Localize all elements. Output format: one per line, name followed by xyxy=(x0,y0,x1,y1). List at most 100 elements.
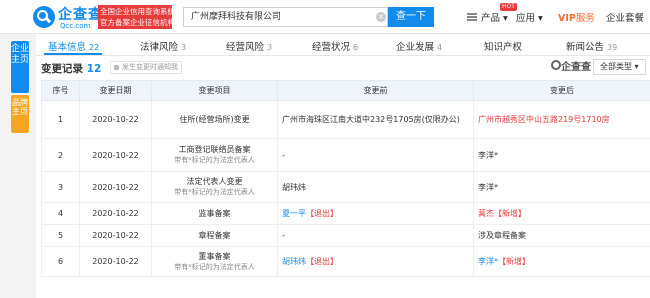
vip-label: VIP xyxy=(558,13,576,24)
exit-tag: 【退出】 xyxy=(306,209,338,218)
tab-count: 22 xyxy=(89,43,100,52)
change-date: 2020-10-22 xyxy=(79,224,152,247)
tab-operating-risk[interactable]: 经营风险 3 xyxy=(226,39,272,53)
table-row: 2 2020-10-22 工商登记联络员备案 带有*标记的为法定代表人 - 李洋* xyxy=(41,138,650,172)
qcc-logo-icon[interactable] xyxy=(33,6,55,28)
change-date: 2020-10-22 xyxy=(79,202,152,225)
value-after[interactable]: 李洋* xyxy=(473,138,650,172)
value-before: 胡玮炜【退出】 xyxy=(277,246,474,277)
slogan-badge: 全国企业信用查询系统 官方备案企业征信机构 xyxy=(98,5,172,29)
logo-name[interactable]: 企查查 xyxy=(58,4,103,24)
table-row: 4 2020-10-22 监事备案 夏一平【退出】 蒿杰【新增】 xyxy=(41,202,650,225)
tab-label: 经营风险 xyxy=(226,42,265,53)
tab-count: 6 xyxy=(353,43,359,52)
tab-count: 3 xyxy=(267,43,273,52)
hot-badge: HOT xyxy=(500,3,517,11)
type-filter-select[interactable]: 全部类型 ▾ xyxy=(593,59,646,75)
tab-enterprise-development[interactable]: 企业发展 4 xyxy=(396,39,442,53)
search-input[interactable]: 广州摩拜科技有限公司 xyxy=(183,7,388,27)
watermark-text: 企查查 xyxy=(561,62,591,73)
tab-count: 4 xyxy=(437,43,443,52)
section-tabs: 基本信息 22 法律风险 3 经营风险 3 经营状况 6 企业发展 4 知识产权… xyxy=(36,34,650,56)
column-header: 变更前 xyxy=(277,80,474,101)
search-button[interactable]: 查一下 xyxy=(388,7,434,27)
value-after: 广州市越秀区中山五路219号1710房 xyxy=(473,100,650,139)
nav-apps[interactable]: 应用 ▾ xyxy=(516,10,543,24)
tab-label: 企业发展 xyxy=(396,42,435,53)
tab-count: 39 xyxy=(607,43,618,52)
change-item: 章程备案 xyxy=(151,224,278,247)
change-date: 2020-10-22 xyxy=(79,246,152,277)
tab-operating-status[interactable]: 经营状况 6 xyxy=(312,39,358,53)
change-item-text: 董事备案 xyxy=(198,251,231,261)
person-link[interactable]: 夏一平 xyxy=(282,209,306,218)
exit-tag: 【退出】 xyxy=(306,257,338,266)
clear-search-icon[interactable]: × xyxy=(376,12,386,22)
change-item: 法定代表人变更 带有*标记的为法定代表人 xyxy=(151,171,278,203)
notify-on-change-button[interactable]: 发生变更时通知我 xyxy=(110,61,182,74)
value-before: - xyxy=(277,224,474,247)
tab-label: 知识产权 xyxy=(484,42,523,53)
nav-vip-service[interactable]: VIP服务 xyxy=(558,10,595,24)
logo-handle xyxy=(45,17,52,23)
table-header-row: 序号 变更日期 变更项目 变更前 变更后 xyxy=(41,80,650,101)
vip-suffix: 服务 xyxy=(575,13,595,24)
watermark-logo-icon xyxy=(551,60,561,70)
legal-rep-note: 带有*标记的为法定代表人 xyxy=(174,262,255,271)
new-tag: 【新增】 xyxy=(498,257,530,266)
value-after[interactable]: 李洋* xyxy=(473,171,650,203)
nav-product-label: 产品 xyxy=(481,13,501,24)
table-row: 5 2020-10-22 章程备案 - 涉及章程备案 xyxy=(41,224,650,247)
value-before: 夏一平【退出】 xyxy=(277,202,474,225)
change-item: 董事备案 带有*标记的为法定代表人 xyxy=(151,246,278,277)
side-tab-company-home[interactable]: 企业主页 xyxy=(11,41,29,93)
tab-label: 新闻公告 xyxy=(566,42,605,53)
main-panel: 基本信息 22 法律风险 3 经营风险 3 经营状况 6 企业发展 4 知识产权… xyxy=(36,34,650,298)
table-row: 3 2020-10-22 法定代表人变更 带有*标记的为法定代表人 胡玮炜 李洋* xyxy=(41,171,650,203)
type-filter-value: 全部类型 xyxy=(600,62,632,71)
row-number: 6 xyxy=(41,246,80,277)
tab-news[interactable]: 新闻公告 39 xyxy=(566,39,617,53)
nav-enterprise-package[interactable]: 企业套餐 xyxy=(606,10,644,24)
tab-legal-risk[interactable]: 法律风险 3 xyxy=(140,39,186,53)
section-count: 12 xyxy=(86,63,102,75)
top-header: 企查查 Qcc.com 全国企业信用查询系统 官方备案企业征信机构 广州摩拜科技… xyxy=(0,0,650,34)
row-number: 1 xyxy=(41,100,80,139)
change-date: 2020-10-22 xyxy=(79,138,152,172)
tab-basic-info[interactable]: 基本信息 22 xyxy=(48,39,99,53)
value-before[interactable]: 胡玮炜 xyxy=(277,171,474,203)
logo-domain: Qcc.com xyxy=(60,22,91,30)
change-item: 监事备案 xyxy=(151,202,278,225)
tab-label: 法律风险 xyxy=(140,42,179,53)
value-before: 广州市海珠区江南大道中232号1705房(仅限办公) xyxy=(277,100,474,139)
column-header: 序号 xyxy=(41,80,80,101)
change-date: 2020-10-22 xyxy=(79,171,152,203)
person-link[interactable]: 李洋* xyxy=(478,257,498,266)
tab-label: 经营状况 xyxy=(312,42,351,53)
legal-rep-note: 带有*标记的为法定代表人 xyxy=(174,188,255,196)
change-item: 住所(经营场所)变更 xyxy=(151,100,278,139)
tab-intellectual-property[interactable]: 知识产权 xyxy=(484,39,522,53)
change-date: 2020-10-22 xyxy=(79,100,152,139)
table-row: 6 2020-10-22 董事备案 带有*标记的为法定代表人 胡玮炜【退出】 李洋… xyxy=(41,246,650,277)
column-header: 变更后 xyxy=(473,80,650,101)
column-header: 变更日期 xyxy=(79,80,152,101)
menu-icon[interactable] xyxy=(467,13,477,21)
active-tab-underline xyxy=(44,53,102,55)
slogan-line-2: 官方备案企业征信机构 xyxy=(100,18,172,27)
row-number: 4 xyxy=(41,202,80,225)
row-number: 5 xyxy=(41,224,80,247)
person-link[interactable]: 胡玮炜 xyxy=(282,257,306,266)
side-tab-brand-home[interactable]: 品牌主页 xyxy=(11,95,29,133)
row-number: 3 xyxy=(41,171,80,203)
new-tag: 【新增】 xyxy=(494,209,526,218)
tab-label: 基本信息 xyxy=(48,42,87,53)
value-after: 涉及章程备案 xyxy=(473,224,650,247)
change-item-text: 工商登记联络员备案 xyxy=(178,145,251,154)
change-item: 工商登记联络员备案 带有*标记的为法定代表人 xyxy=(151,138,278,172)
person-link[interactable]: 蒿杰 xyxy=(478,209,494,218)
nav-product[interactable]: 产品 ▾ xyxy=(481,10,508,24)
column-header: 变更项目 xyxy=(151,80,278,101)
value-after: 蒿杰【新增】 xyxy=(473,202,650,225)
value-before: - xyxy=(277,138,474,172)
